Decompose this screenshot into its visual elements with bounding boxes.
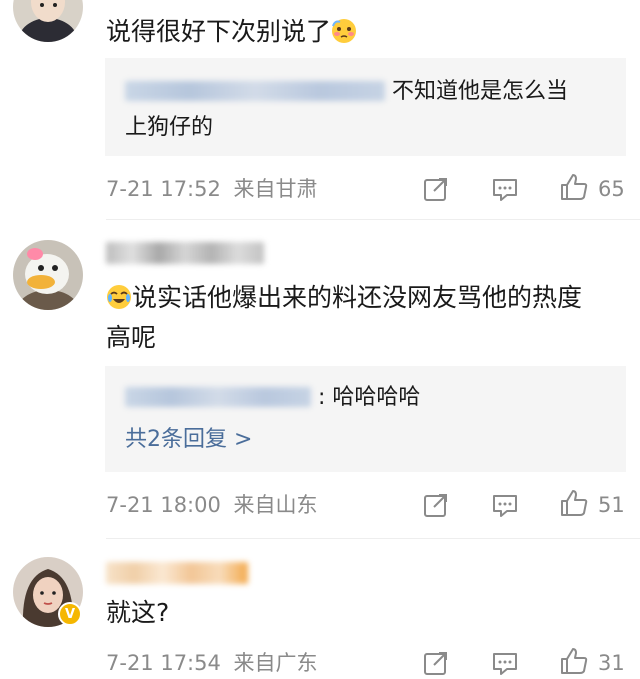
share-icon[interactable] (422, 491, 450, 519)
blurred-username (125, 81, 385, 101)
reply-box[interactable]: 不知道他是怎么当 上狗仔的 (105, 58, 626, 156)
thumbs-up-icon[interactable] (559, 172, 589, 202)
comment-item: 说实话他爆出来的料还没网友骂他的热度 高呢 : 哈哈哈哈 共2条回复 > 7-2… (0, 220, 640, 540)
timestamp: 7-21 17:52 (106, 177, 221, 201)
thumbs-up-icon[interactable] (559, 488, 589, 518)
reply-line: : 哈哈哈哈 (125, 380, 605, 416)
share-icon[interactable] (422, 649, 450, 677)
divider (106, 538, 640, 539)
reply-line: 上狗仔的 (125, 115, 214, 140)
share-icon[interactable] (422, 175, 450, 203)
location: 来自山东 (233, 493, 318, 517)
comment-meta: 7-21 17:52 来自甘肃 (106, 174, 318, 204)
verified-badge: V (58, 602, 82, 626)
comment-icon[interactable] (491, 175, 519, 203)
like-count: 65 (598, 177, 625, 201)
like-count: 31 (598, 651, 625, 675)
timestamp: 7-21 18:00 (106, 493, 221, 517)
avatar[interactable] (13, 0, 83, 42)
blurred-username (106, 562, 248, 584)
location: 来自广东 (233, 651, 318, 675)
location: 来自甘肃 (233, 177, 318, 201)
avatar[interactable] (13, 240, 83, 310)
thumbs-up-icon[interactable] (559, 646, 589, 676)
blurred-username (106, 242, 264, 264)
comment-text: 说实话他爆出来的料还没网友骂他的热度 高呢 (106, 282, 583, 352)
blushing-face-icon (331, 16, 357, 43)
blurred-username (125, 387, 311, 407)
reply-box[interactable]: : 哈哈哈哈 共2条回复 > (105, 366, 626, 472)
comment-text: 说得很好下次别说了 (106, 12, 626, 52)
comment-item: V 就这? 7-21 17:54 来自广东 31 (0, 540, 640, 679)
view-replies-link[interactable]: 共2条回复 > (125, 422, 252, 458)
like-count: 51 (598, 493, 625, 517)
comment-meta: 7-21 18:00 来自山东 (106, 490, 318, 520)
comment-meta: 7-21 17:54 来自广东 (106, 648, 318, 678)
comment-text: 就这? (106, 598, 170, 627)
timestamp: 7-21 17:54 (106, 651, 221, 675)
comment-icon[interactable] (491, 649, 519, 677)
comment-item: 说得很好下次别说了 不知道他是怎么当 上狗仔的 7-21 17:52 来自甘肃 … (0, 0, 640, 220)
crying-laughing-icon (106, 282, 132, 309)
comment-icon[interactable] (491, 491, 519, 519)
reply-line: 不知道他是怎么当 (125, 74, 605, 110)
